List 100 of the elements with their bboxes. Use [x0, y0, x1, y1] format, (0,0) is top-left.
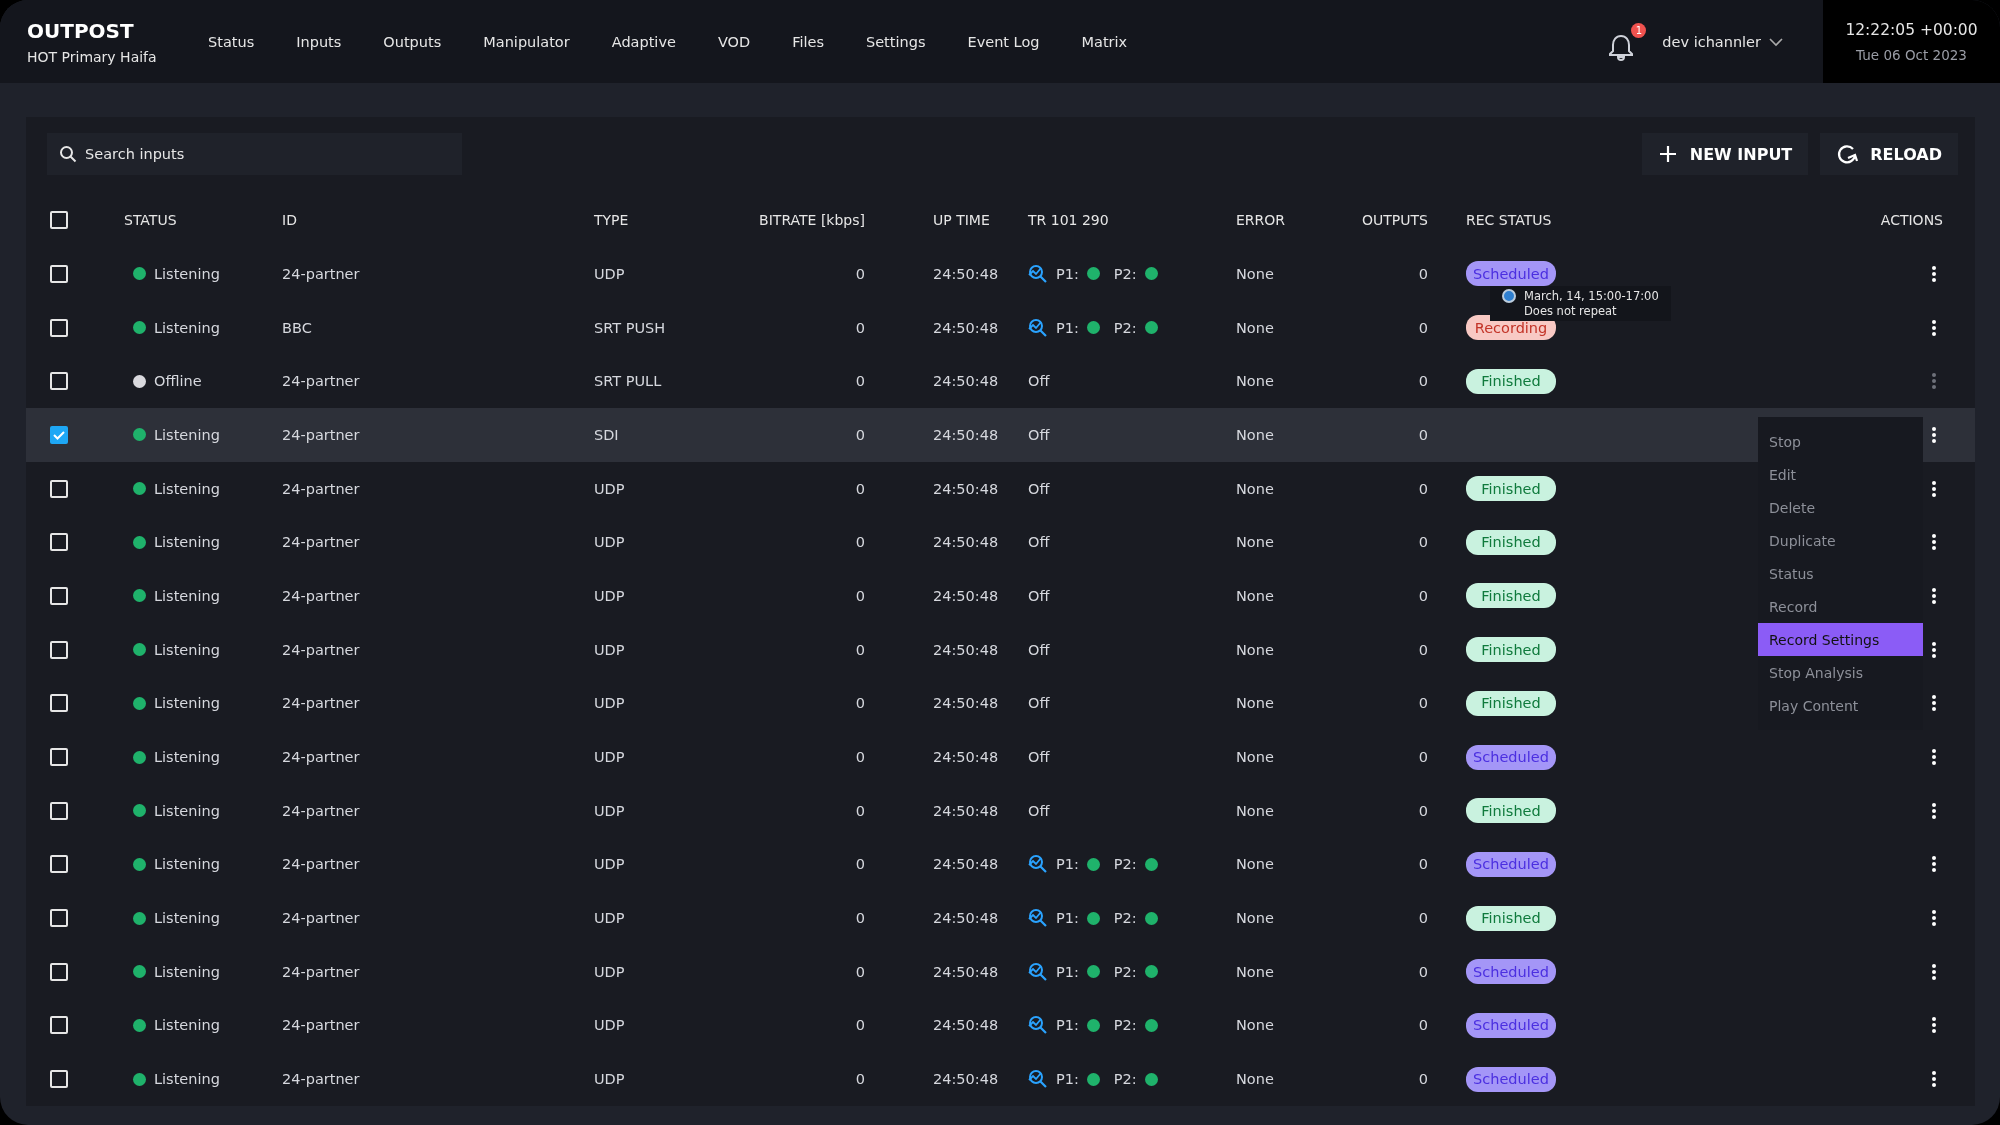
error-value: None: [1236, 641, 1274, 658]
column-header: ACTIONS: [1880, 212, 1943, 228]
uptime-value: 24:50:48: [933, 373, 999, 390]
menu-item[interactable]: Play Content: [1758, 689, 1923, 722]
status-text: Offline: [154, 373, 202, 390]
uptime-value: 24:50:48: [933, 426, 999, 443]
bitrate-value: 0: [855, 265, 865, 282]
input-id: 24-partner: [282, 587, 360, 604]
menu-item[interactable]: Delete: [1758, 491, 1923, 524]
error-value: None: [1236, 695, 1274, 712]
p2-label: P2:: [1113, 1017, 1137, 1034]
bitrate-value: 0: [855, 695, 865, 712]
input-type: UDP: [594, 910, 625, 927]
input-id: 24-partner: [282, 1071, 360, 1088]
bitrate-value: 0: [855, 587, 865, 604]
menu-item[interactable]: Status: [1758, 557, 1923, 590]
analysis-icon: [1028, 854, 1048, 875]
error-value: None: [1236, 319, 1274, 336]
p2-label: P2:: [1113, 856, 1137, 873]
rec-status-badge: Finished: [1466, 476, 1556, 502]
error-value: None: [1236, 373, 1274, 390]
input-type: UDP: [594, 695, 625, 712]
p2-label: P2:: [1113, 1071, 1137, 1088]
outputs-count: 0: [1418, 1071, 1428, 1088]
p1-label: P1:: [1056, 1071, 1079, 1088]
nav-link[interactable]: Outputs: [362, 33, 463, 50]
input-type: UDP: [594, 802, 625, 819]
menu-item[interactable]: Record Settings: [1758, 623, 1923, 656]
bitrate-value: 0: [855, 641, 865, 658]
rec-status-badge: Scheduled: [1466, 851, 1556, 877]
kebab-icon: [1931, 909, 1937, 928]
outputs-count: 0: [1418, 265, 1428, 282]
status-text: Listening: [154, 534, 220, 551]
rec-status-badge: Scheduled: [1466, 261, 1556, 287]
status-text: Listening: [154, 1017, 220, 1034]
nav-link[interactable]: Files: [771, 33, 845, 50]
radio-icon: [1502, 289, 1516, 303]
user-menu[interactable]: dev ichannler: [1662, 33, 1783, 50]
status-dot: [1144, 857, 1158, 871]
search-field[interactable]: Search inputs: [47, 133, 462, 175]
status-text: Listening: [154, 641, 220, 658]
nav-link[interactable]: VOD: [696, 33, 772, 50]
uptime-value: 24:50:48: [933, 963, 999, 980]
column-header: ERROR: [1236, 212, 1286, 228]
input-type: UDP: [594, 749, 625, 766]
error-value: None: [1236, 480, 1274, 497]
error-value: None: [1236, 749, 1274, 766]
menu-item[interactable]: Stop Analysis: [1758, 656, 1923, 689]
status-dot: [1086, 267, 1100, 281]
nav-link[interactable]: Settings: [845, 33, 947, 50]
row-checkbox[interactable]: [50, 425, 68, 444]
new-input-button[interactable]: NEW INPUT: [1641, 133, 1809, 175]
bitrate-value: 0: [855, 534, 865, 551]
error-value: None: [1236, 802, 1274, 819]
menu-item[interactable]: Edit: [1758, 458, 1923, 491]
menu-item[interactable]: Stop: [1758, 425, 1923, 458]
input-id: 24-partner: [282, 534, 360, 551]
outputs-count: 0: [1418, 802, 1428, 819]
menu-item[interactable]: Duplicate: [1758, 524, 1923, 557]
p1-label: P1:: [1056, 856, 1079, 873]
nav-link[interactable]: Status: [187, 33, 276, 50]
tr-status: Off: [1028, 587, 1050, 604]
p1-label: P1:: [1056, 319, 1079, 336]
tr-status: Off: [1028, 373, 1050, 390]
reload-button[interactable]: RELOAD: [1820, 133, 1958, 175]
kebab-icon: [1931, 962, 1937, 981]
status-text: Listening: [154, 480, 220, 497]
rec-status-badge: Finished: [1466, 529, 1556, 555]
bitrate-value: 0: [855, 480, 865, 497]
select-all-checkbox[interactable]: [50, 211, 68, 229]
error-value: None: [1236, 910, 1274, 927]
tr-status: Off: [1028, 749, 1050, 766]
uptime-value: 24:50:48: [933, 534, 999, 551]
uptime-value: 24:50:48: [933, 695, 999, 712]
analysis-icon: [1028, 1015, 1048, 1036]
input-id: 24-partner: [282, 963, 360, 980]
menu-item[interactable]: Record: [1758, 590, 1923, 623]
nav-link[interactable]: Inputs: [275, 33, 363, 50]
error-value: None: [1236, 265, 1274, 282]
input-id: 24-partner: [282, 641, 360, 658]
p2-label: P2:: [1113, 910, 1137, 927]
notification-count: 1: [1631, 22, 1647, 38]
rec-status-badge: Finished: [1466, 690, 1556, 716]
p2-label: P2:: [1113, 963, 1137, 980]
nav-link[interactable]: Adaptive: [590, 33, 697, 50]
nav-link[interactable]: Manipulator: [462, 33, 591, 50]
uptime-value: 24:50:48: [933, 265, 999, 282]
nav-link[interactable]: Matrix: [1060, 33, 1149, 50]
status-text: Listening: [154, 963, 220, 980]
kebab-icon: [1931, 264, 1937, 283]
column-header: BITRATE [kbps]: [759, 212, 865, 228]
uptime-value: 24:50:48: [933, 749, 999, 766]
input-id: BBC: [282, 319, 312, 336]
nav-link[interactable]: Event Log: [946, 33, 1061, 50]
rec-status-badge: Scheduled: [1466, 744, 1556, 770]
status-dot: [1086, 1072, 1100, 1086]
error-value: None: [1236, 426, 1274, 443]
column-header: OUTPUTS: [1362, 212, 1428, 228]
column-header: ID: [282, 212, 297, 228]
input-id: 24-partner: [282, 265, 360, 282]
